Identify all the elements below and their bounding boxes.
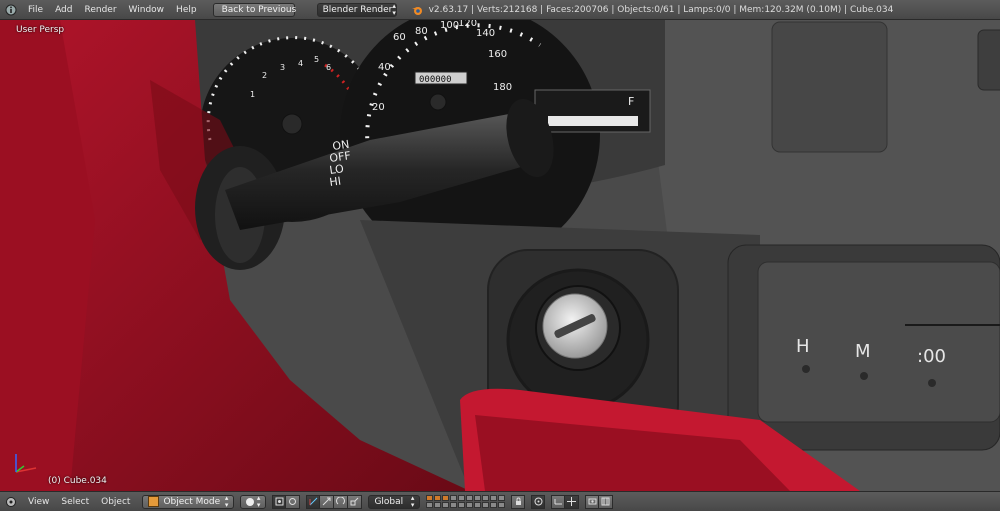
layer-buttons[interactable] — [426, 495, 506, 508]
clock-reset-label: :00 — [917, 346, 946, 367]
layer-button[interactable] — [474, 502, 482, 508]
updown-arrows-icon: ▴ ▾ — [224, 493, 229, 509]
scene-stats-text: v2.63.17 | Verts:212168 | Faces:200706 |… — [428, 4, 894, 15]
viewport-header: View Select Object Object Mode ▴ ▾ ▴ ▾ Glo… — [0, 491, 1000, 511]
layer-button[interactable] — [426, 495, 434, 501]
tacho-tick-6: 6 — [326, 63, 331, 72]
speedo-tick-160: 160 — [488, 49, 507, 60]
menu-view[interactable]: View — [22, 497, 55, 507]
active-object-label: (0) Cube.034 — [48, 476, 107, 486]
object-mode-icon — [148, 496, 160, 507]
interaction-mode-select[interactable]: Object Mode ▴ ▾ — [142, 493, 235, 509]
layer-button[interactable] — [434, 502, 442, 508]
stalk-hi-label: HI — [329, 174, 342, 188]
proportional-edit-icon[interactable] — [531, 494, 546, 509]
car-interior-render: 000000 F H M :00 ON OFF LO HI 20 40 60 8… — [0, 20, 1000, 491]
transform-orientation-value: Global — [374, 496, 404, 507]
interaction-mode-value: Object Mode — [163, 496, 221, 507]
layer-lock-icon[interactable] — [511, 494, 526, 509]
snap-toggle-icon[interactable] — [551, 494, 566, 509]
info-editor-icon[interactable] — [4, 3, 18, 17]
manipulator-toggle-icon[interactable] — [306, 494, 321, 509]
menu-render[interactable]: Render — [79, 5, 123, 15]
updown-arrows-icon: ▴ ▾ — [410, 493, 415, 509]
snap-element-icon[interactable] — [565, 494, 580, 509]
fuel-full-label: F — [628, 95, 634, 108]
menu-object[interactable]: Object — [95, 497, 136, 507]
layer-button[interactable] — [466, 502, 474, 508]
speedo-tick-180: 180 — [493, 82, 512, 93]
pivot-point-icon[interactable] — [272, 494, 287, 509]
layer-button[interactable] — [458, 495, 466, 501]
digital-clock-panel: H M :00 — [727, 244, 1000, 451]
viewport-shading-select[interactable]: ▴ ▾ — [240, 493, 267, 509]
layer-button[interactable] — [450, 495, 458, 501]
axis-gizmo-icon — [15, 454, 37, 473]
layer-button[interactable] — [450, 502, 458, 508]
speedo-tick-20: 20 — [372, 102, 385, 113]
speedo-tick-120: 120 — [458, 20, 477, 29]
layer-button[interactable] — [482, 502, 490, 508]
back-to-previous-label: Back to Previous — [221, 4, 297, 15]
3d-viewport[interactable]: 000000 F H M :00 ON OFF LO HI 20 40 60 8… — [0, 20, 1000, 491]
layer-button[interactable] — [426, 502, 434, 508]
tacho-tick-3: 3 — [280, 63, 285, 72]
back-to-previous-button[interactable]: Back to Previous — [212, 2, 297, 17]
speedo-tick-140: 140 — [476, 28, 495, 39]
layer-button[interactable] — [490, 495, 498, 501]
layer-button[interactable] — [498, 495, 506, 501]
layer-button[interactable] — [474, 495, 482, 501]
layer-button[interactable] — [466, 495, 474, 501]
layer-button[interactable] — [434, 495, 442, 501]
odometer-digits: 000000 — [419, 75, 452, 85]
menu-select[interactable]: Select — [55, 497, 95, 507]
menu-add[interactable]: Add — [49, 5, 78, 15]
layer-button[interactable] — [482, 495, 490, 501]
transform-orientation-select[interactable]: Global ▴ ▾ — [368, 493, 421, 509]
render-engine-value: Blender Render — [322, 4, 393, 15]
menu-file[interactable]: File — [22, 5, 49, 15]
render-still-icon[interactable] — [585, 494, 600, 509]
layer-button[interactable] — [458, 502, 466, 508]
speedo-tick-80: 80 — [415, 26, 428, 37]
updown-arrows-icon: ▴ ▾ — [392, 1, 396, 17]
scene-stats: v2.63.17 | Verts:212168 | Faces:200706 |… — [411, 4, 894, 16]
solid-shading-icon — [246, 497, 255, 506]
updown-arrows-icon: ▴ ▾ — [256, 493, 261, 509]
blender-logo-icon — [411, 6, 422, 15]
rotate-manipulator-icon[interactable] — [334, 494, 349, 509]
scale-manipulator-icon[interactable] — [348, 494, 363, 509]
info-header: File Add Render Window Help Back to Prev… — [0, 0, 1000, 20]
menu-help[interactable]: Help — [170, 5, 203, 15]
clock-hour-label: H — [796, 336, 810, 357]
view-perspective-label: User Persp — [16, 25, 65, 35]
render-animation-icon[interactable] — [599, 494, 614, 509]
layer-button[interactable] — [490, 502, 498, 508]
menu-window[interactable]: Window — [123, 5, 171, 15]
limit-selection-icon[interactable] — [286, 494, 301, 509]
speedo-tick-60: 60 — [393, 32, 406, 43]
3d-view-editor-icon[interactable] — [4, 495, 18, 509]
speedo-tick-40: 40 — [378, 62, 391, 73]
tacho-tick-4: 4 — [298, 59, 303, 68]
tacho-tick-2: 2 — [262, 71, 267, 80]
speedo-tick-100: 100 — [440, 20, 459, 31]
layer-button[interactable] — [442, 495, 450, 501]
clock-minute-label: M — [855, 341, 871, 362]
render-engine-select[interactable]: Blender Render ▴ ▾ — [316, 1, 397, 17]
layer-button[interactable] — [498, 502, 506, 508]
tacho-tick-1: 1 — [250, 90, 255, 99]
translate-manipulator-icon[interactable] — [320, 494, 335, 509]
layer-button[interactable] — [442, 502, 450, 508]
tacho-tick-5: 5 — [314, 55, 319, 64]
